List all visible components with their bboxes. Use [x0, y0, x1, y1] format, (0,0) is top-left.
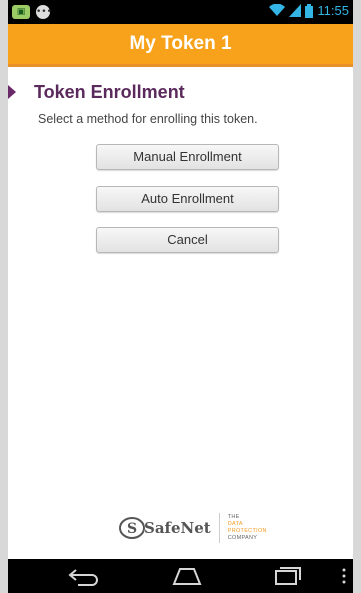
- tagline-line: PROTECTION: [227, 528, 267, 534]
- section-description: Select a method for enrolling this token…: [38, 112, 258, 126]
- safenet-logo: S SafeNet THE DATA PROTECTION COMPANY: [118, 513, 267, 543]
- tagline-line: DATA: [227, 521, 243, 527]
- device-frame-left: [0, 0, 8, 593]
- app-header: My Token 1: [8, 24, 353, 67]
- home-icon[interactable]: [170, 566, 204, 586]
- system-nav-bar: [8, 559, 353, 593]
- wifi-icon: [269, 4, 286, 16]
- status-bar: ▣ ••• 11:55: [8, 0, 353, 24]
- section-marker-icon: [8, 85, 16, 99]
- status-time: 11:55: [317, 3, 349, 18]
- manual-enrollment-button[interactable]: Manual Enrollment: [96, 144, 279, 170]
- menu-icon[interactable]: [340, 566, 348, 586]
- tagline-line: THE: [227, 514, 240, 520]
- status-notification-area: ▣ •••: [12, 5, 52, 19]
- section-title: Token Enrollment: [34, 82, 185, 102]
- logo-tagline: THE DATA PROTECTION COMPANY: [228, 514, 267, 542]
- status-system-area: 11:55: [269, 3, 349, 18]
- tagline-line: COMPANY: [227, 535, 258, 541]
- back-icon[interactable]: [66, 566, 100, 586]
- recent-apps-icon[interactable]: [270, 566, 304, 586]
- page-title: My Token 1: [129, 33, 232, 54]
- device-frame-right: [353, 0, 361, 593]
- battery-icon: [305, 3, 314, 18]
- logo-wordmark: SafeNet: [144, 519, 211, 537]
- signal-icon: [289, 4, 302, 17]
- notification-icon: ▣: [12, 5, 30, 19]
- logo-divider: [218, 513, 220, 543]
- cancel-button[interactable]: Cancel: [96, 227, 279, 253]
- auto-enrollment-button[interactable]: Auto Enrollment: [96, 186, 279, 212]
- chat-icon: •••: [36, 5, 52, 19]
- phone-screen: ▣ ••• 11:55 My Token 1 Token Enrollment …: [8, 0, 353, 593]
- svg-text:S: S: [127, 521, 137, 537]
